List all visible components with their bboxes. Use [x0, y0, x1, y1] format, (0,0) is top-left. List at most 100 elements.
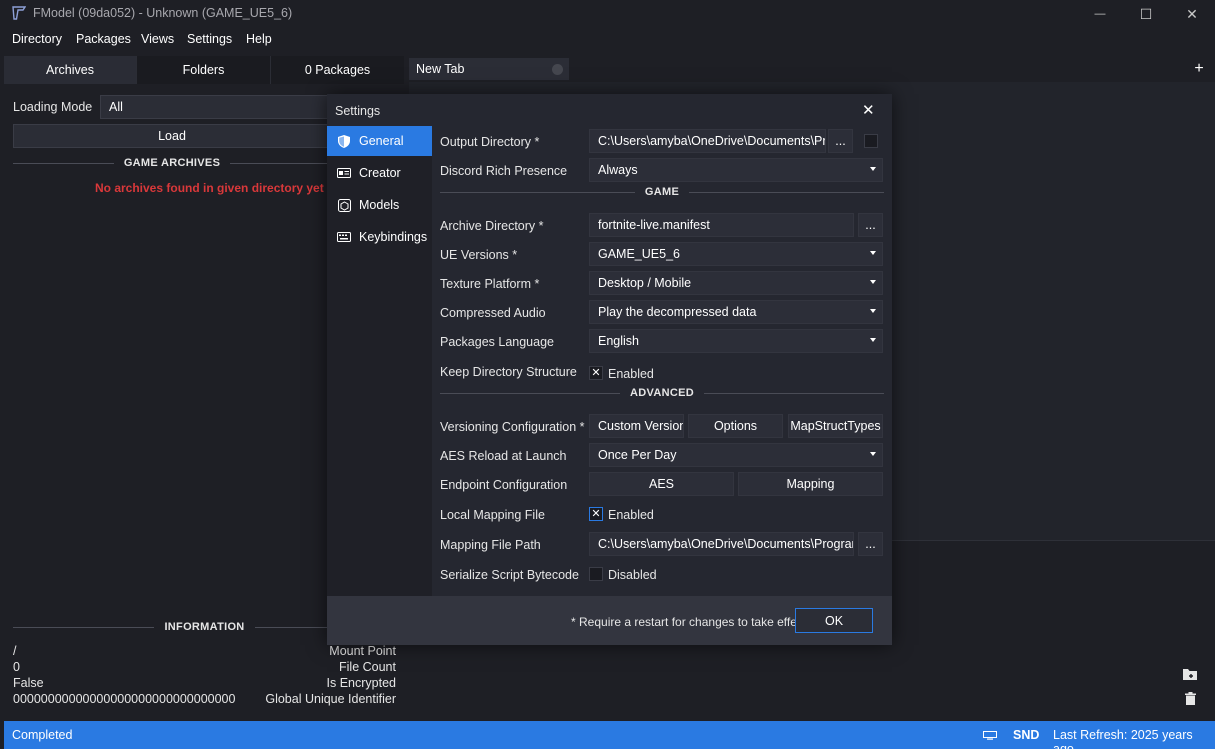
info-row-is-encrypted: False Is Encrypted — [13, 676, 396, 692]
endpoint-aes-button[interactable]: AES — [589, 472, 734, 496]
ue-versions-select[interactable]: GAME_UE5_6 — [589, 242, 883, 266]
maximize-button[interactable]: ☐ — [1123, 0, 1169, 28]
snd-indicator[interactable]: SND — [1013, 728, 1039, 742]
serialize-label: Serialize Script Bytecode — [440, 568, 579, 582]
packages-language-select[interactable]: English — [589, 329, 883, 353]
plus-icon: + — [1194, 60, 1204, 77]
status-bar: Completed SND Last Refresh: 2025 years a… — [4, 721, 1215, 749]
packages-language-label: Packages Language — [440, 335, 554, 349]
keep-directory-checkbox[interactable]: ✕ — [589, 366, 603, 380]
id-card-icon — [337, 166, 351, 180]
shield-icon — [337, 134, 351, 148]
output-directory-input[interactable]: C:\Users\amyba\OneDrive\Documents\Pro — [589, 129, 826, 153]
status-text: Completed — [12, 728, 73, 742]
mapping-path-browse-button[interactable]: ... — [858, 532, 883, 556]
advanced-section-header: ADVANCED — [440, 387, 885, 399]
sidebar-item-creator[interactable]: Creator — [327, 158, 432, 188]
endpoint-mapping-button[interactable]: Mapping — [738, 472, 883, 496]
aes-reload-select[interactable]: Once Per Day — [589, 443, 883, 467]
settings-dialog: Settings ✕ General Creator Models Keybin… — [327, 94, 892, 645]
mapping-path-input[interactable]: C:\Users\amyba\OneDrive\Documents\Progra… — [589, 532, 854, 556]
ue-versions-value: GAME_UE5_6 — [598, 247, 680, 261]
packages-language-value: English — [598, 334, 639, 348]
load-button[interactable]: Load — [13, 124, 331, 148]
sidebar-item-models[interactable]: Models — [327, 190, 432, 220]
chevron-down-icon — [870, 251, 876, 255]
chevron-down-icon — [870, 452, 876, 456]
menu-bar: Directory Packages Views Settings Help — [0, 28, 1215, 50]
cube-icon — [337, 198, 351, 212]
tab-archives[interactable]: Archives — [4, 56, 136, 84]
file-count-value: 0 — [13, 660, 20, 674]
serialize-checkbox[interactable] — [589, 567, 603, 581]
no-archives-message: No archives found in given directory yet — [95, 181, 324, 195]
texture-platform-select[interactable]: Desktop / Mobile — [589, 271, 883, 295]
restart-note: * Require a restart for changes to take … — [571, 615, 807, 629]
local-mapping-checkbox[interactable]: ✕ — [589, 507, 603, 521]
menu-packages[interactable]: Packages — [76, 32, 131, 46]
output-directory-checkbox[interactable] — [864, 134, 878, 148]
options-button[interactable]: Options — [688, 414, 783, 438]
mapstructtypes-button[interactable]: MapStructTypes — [788, 414, 883, 438]
tab-close-dot-icon[interactable] — [552, 64, 563, 75]
texture-platform-label: Texture Platform * — [440, 277, 540, 291]
advanced-section-title: ADVANCED — [630, 387, 694, 399]
save-folder-icon[interactable] — [1183, 668, 1197, 680]
discord-label: Discord Rich Presence — [440, 164, 568, 178]
document-tab-strip: New Tab + — [409, 56, 1214, 82]
is-encrypted-value: False — [13, 676, 44, 690]
check-icon: ✕ — [591, 507, 601, 520]
add-tab-button[interactable]: + — [1190, 60, 1208, 78]
archive-directory-label: Archive Directory * — [440, 219, 544, 233]
compressed-audio-value: Play the decompressed data — [598, 305, 757, 319]
title-bar: FModel (09da052) - Unknown (GAME_UE5_6) … — [0, 0, 1215, 28]
settings-close-icon[interactable]: ✕ — [862, 101, 875, 119]
file-count-key: File Count — [339, 660, 396, 674]
sidebar-item-keybindings-label: Keybindings — [359, 230, 428, 244]
game-section-header: GAME — [440, 186, 885, 198]
loading-mode-select[interactable]: All — [100, 95, 330, 119]
discord-select[interactable]: Always — [589, 158, 883, 182]
app-logo-icon — [12, 6, 26, 20]
sidebar-item-general[interactable]: General — [327, 126, 432, 156]
trash-icon[interactable] — [1185, 692, 1196, 705]
tab-new-tab[interactable]: New Tab — [409, 58, 569, 80]
mount-point-key: Mount Point — [329, 644, 396, 658]
keyboard-icon — [337, 230, 351, 244]
ok-button[interactable]: OK — [795, 608, 873, 633]
minimize-button[interactable]: — — [1077, 0, 1123, 28]
chevron-down-icon — [870, 280, 876, 284]
archive-directory-input[interactable]: fortnite-live.manifest — [589, 213, 854, 237]
output-directory-label: Output Directory * — [440, 135, 540, 149]
info-row-mount-point: / Mount Point — [13, 644, 396, 660]
archive-directory-browse-button[interactable]: ... — [858, 213, 883, 237]
minimize-icon: — — [1094, 8, 1106, 20]
close-button[interactable]: ✕ — [1169, 0, 1215, 28]
keep-directory-label: Keep Directory Structure — [440, 365, 577, 379]
settings-general-page: Output Directory * C:\Users\amyba\OneDri… — [432, 126, 892, 596]
information-title: INFORMATION — [164, 621, 245, 633]
tab-packages[interactable]: 0 Packages — [270, 56, 404, 84]
local-mapping-value: Enabled — [608, 508, 654, 522]
menu-help[interactable]: Help — [246, 32, 272, 46]
window-title: FModel (09da052) - Unknown (GAME_UE5_6) — [33, 6, 293, 20]
loading-mode-value: All — [109, 100, 123, 114]
menu-directory[interactable]: Directory — [12, 32, 62, 46]
versioning-label: Versioning Configuration * — [440, 420, 585, 434]
sidebar-item-keybindings[interactable]: Keybindings — [327, 222, 432, 252]
info-row-guid: 00000000000000000000000000000000 Global … — [13, 692, 396, 708]
settings-title: Settings — [335, 104, 381, 118]
menu-settings[interactable]: Settings — [187, 32, 232, 46]
sidebar-item-creator-label: Creator — [359, 166, 401, 180]
mapping-path-label: Mapping File Path — [440, 538, 541, 552]
tab-folders[interactable]: Folders — [136, 56, 270, 84]
chevron-down-icon — [870, 338, 876, 342]
custom-versions-button[interactable]: Custom Versions — [589, 414, 684, 438]
display-icon[interactable] — [983, 731, 997, 740]
output-directory-browse-button[interactable]: ... — [828, 129, 853, 153]
compressed-audio-select[interactable]: Play the decompressed data — [589, 300, 883, 324]
archive-directory-value: fortnite-live.manifest — [598, 218, 710, 232]
menu-views[interactable]: Views — [141, 32, 174, 46]
sidebar-item-models-label: Models — [359, 198, 400, 212]
sidebar-item-general-label: General — [359, 134, 404, 148]
